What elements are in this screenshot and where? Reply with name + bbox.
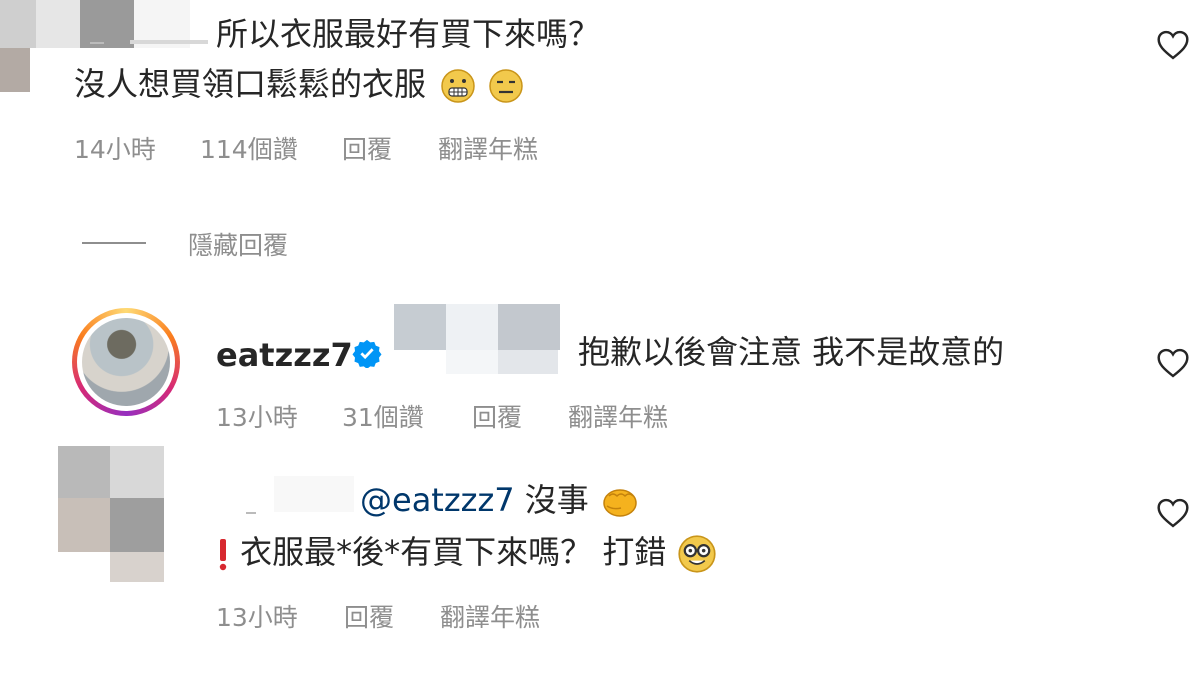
comment-1-text-line2: 沒人想買領口鬆鬆的衣服 <box>74 64 524 104</box>
comment-1-reply-button[interactable]: 回覆 <box>342 130 392 166</box>
verified-badge-icon <box>352 339 382 368</box>
comment-3-line2: 衣服最*後*有買下來嗎？ 打錯 <box>216 532 717 574</box>
comment-3-line1-text: 沒事 <box>524 481 589 519</box>
nerd-emoji <box>677 535 716 573</box>
avatar[interactable] <box>72 308 180 416</box>
comment-2-header: eatzzz7 <box>216 336 353 374</box>
hide-replies-line <box>82 242 146 244</box>
fist-emoji <box>603 489 637 517</box>
comment-2-text: 抱歉以後會注意 我不是故意的 <box>578 333 1005 371</box>
heart-icon[interactable] <box>1156 498 1190 528</box>
exclamation-emoji <box>219 539 227 571</box>
comment-3-line2-text: 衣服最*後*有買下來嗎？ 打錯 <box>240 533 667 571</box>
comment-2-time: 13小時 <box>216 403 298 432</box>
comment-2-likes[interactable]: 31個讚 <box>342 398 424 434</box>
comment-3-line1: @eatzzz7 沒事 <box>360 480 639 520</box>
grimace-emoji <box>441 69 475 103</box>
comment-1-line2-text: 沒人想買領口鬆鬆的衣服 <box>74 65 427 103</box>
comment-3-translate-button[interactable]: 翻譯年糕 <box>440 598 540 634</box>
heart-icon[interactable] <box>1156 30 1190 60</box>
comment-1-time: 14小時 <box>74 135 156 164</box>
comment-1-translate-button[interactable]: 翻譯年糕 <box>438 130 538 166</box>
hide-replies-button[interactable]: 隱藏回覆 <box>188 226 288 262</box>
comment-2-reply-button[interactable]: 回覆 <box>472 398 522 434</box>
comment-3-meta: 13小時 回覆 翻譯年糕 <box>216 598 636 632</box>
heart-icon[interactable] <box>1156 348 1190 378</box>
comment-1-likes[interactable]: 114個讚 <box>200 130 298 166</box>
expressionless-emoji <box>489 69 524 103</box>
avatar-photo <box>82 318 170 406</box>
comment-1-meta: 14小時 114個讚 回覆 翻譯年糕 <box>74 130 594 164</box>
comment-2-meta: 13小時 31個讚 回覆 翻譯年糕 <box>216 398 736 432</box>
username[interactable]: eatzzz7 <box>216 336 353 374</box>
comment-3-reply-button[interactable]: 回覆 <box>344 598 394 634</box>
comment-2-translate-button[interactable]: 翻譯年糕 <box>568 398 668 434</box>
comment-1-text-line1: 所以衣服最好有買下來嗎？ <box>216 15 601 53</box>
mention-link[interactable]: @eatzzz7 <box>360 481 515 519</box>
blurred-username <box>130 40 208 44</box>
comment-3-time: 13小時 <box>216 603 298 632</box>
